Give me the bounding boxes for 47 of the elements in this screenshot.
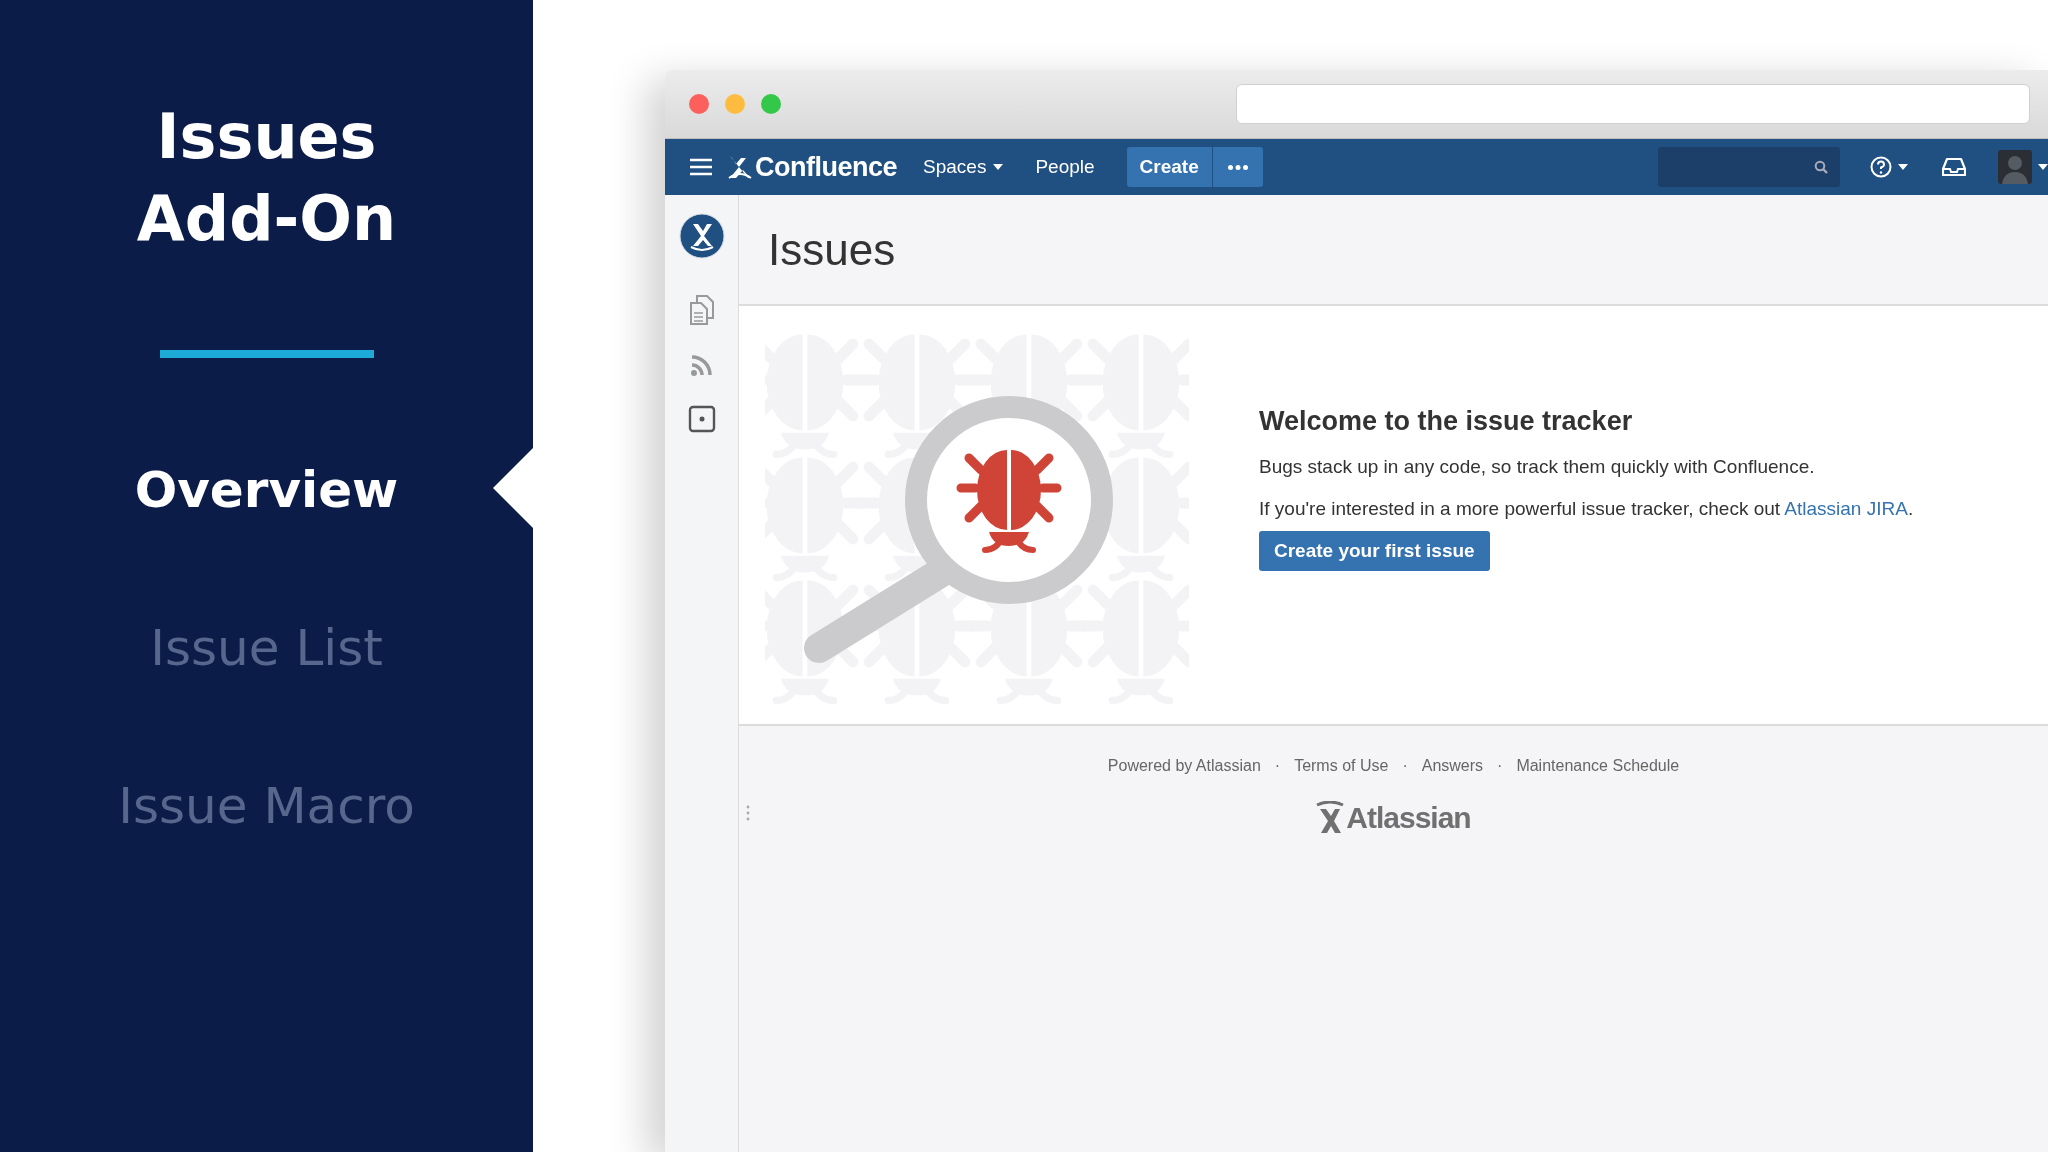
caret-icon [993,164,1004,170]
zoom-window-button[interactable] [761,94,781,114]
separator-dot: · [1402,757,1408,775]
jira-note-text: If you're interested in a more powerful issue tracker, check out Atlassian JIRA. [1259,497,1914,520]
jira-link[interactable]: Atlassian JIRA [1784,498,1908,519]
caret-icon [2038,164,2048,170]
footer-link[interactable]: Terms of Use [1294,757,1389,775]
atlassian-logo: Atlassian [1316,801,1471,835]
close-window-button[interactable] [689,94,709,114]
slide-title: Issues [156,99,377,175]
nav-link[interactable]: People [1035,150,1095,184]
help-menu[interactable] [1870,156,1908,178]
more-icon [1227,164,1248,170]
page-title: Issues [768,224,896,275]
welcome-heading: Welcome to the issue tracker [1259,406,1633,437]
more-button[interactable] [1212,147,1263,187]
slide-nav-item[interactable]: Issue Macro [118,776,415,836]
footer-link[interactable]: Maintenance Schedule [1516,757,1680,775]
logo-icon [727,154,753,180]
search-icon [1814,160,1828,174]
menu-icon[interactable] [690,158,712,176]
pointer-arrow-icon [493,448,533,528]
atlassian-logo-icon [1316,801,1345,835]
separator-dot: · [1497,757,1503,775]
user-menu[interactable] [1998,150,2048,184]
welcome-text: Bugs stack up in any code, so track them quickly with Confluence. [1259,455,1815,478]
help-icon [1870,156,1892,178]
avatar-icon [1998,150,2032,184]
address-bar[interactable] [1236,84,2030,124]
inbox-icon[interactable] [1942,157,1966,177]
footer-link[interactable]: Powered by Atlassian [1107,757,1261,775]
app-logo-text[interactable]: Confluence [755,151,897,183]
create-issue-button[interactable]: Create your first issue [1259,531,1490,571]
rss-feed-icon[interactable] [689,353,714,377]
dropdown-menu[interactable]: Spaces [923,150,1004,184]
drag-handle-icon[interactable] [746,805,750,821]
minimize-window-button[interactable] [725,94,745,114]
space-logo-icon[interactable] [678,213,725,259]
slide-nav-item[interactable]: Overview [134,460,399,520]
search-field[interactable] [1658,147,1840,187]
pages-icon[interactable] [688,295,715,325]
footer-link[interactable]: Answers [1421,757,1484,775]
separator-dot: · [1274,757,1281,775]
create-button[interactable]: Create [1126,147,1212,187]
slide-title: Add-On [136,181,397,257]
slide-nav-item[interactable]: Issue List [150,618,383,678]
caret-icon [1898,164,1908,170]
